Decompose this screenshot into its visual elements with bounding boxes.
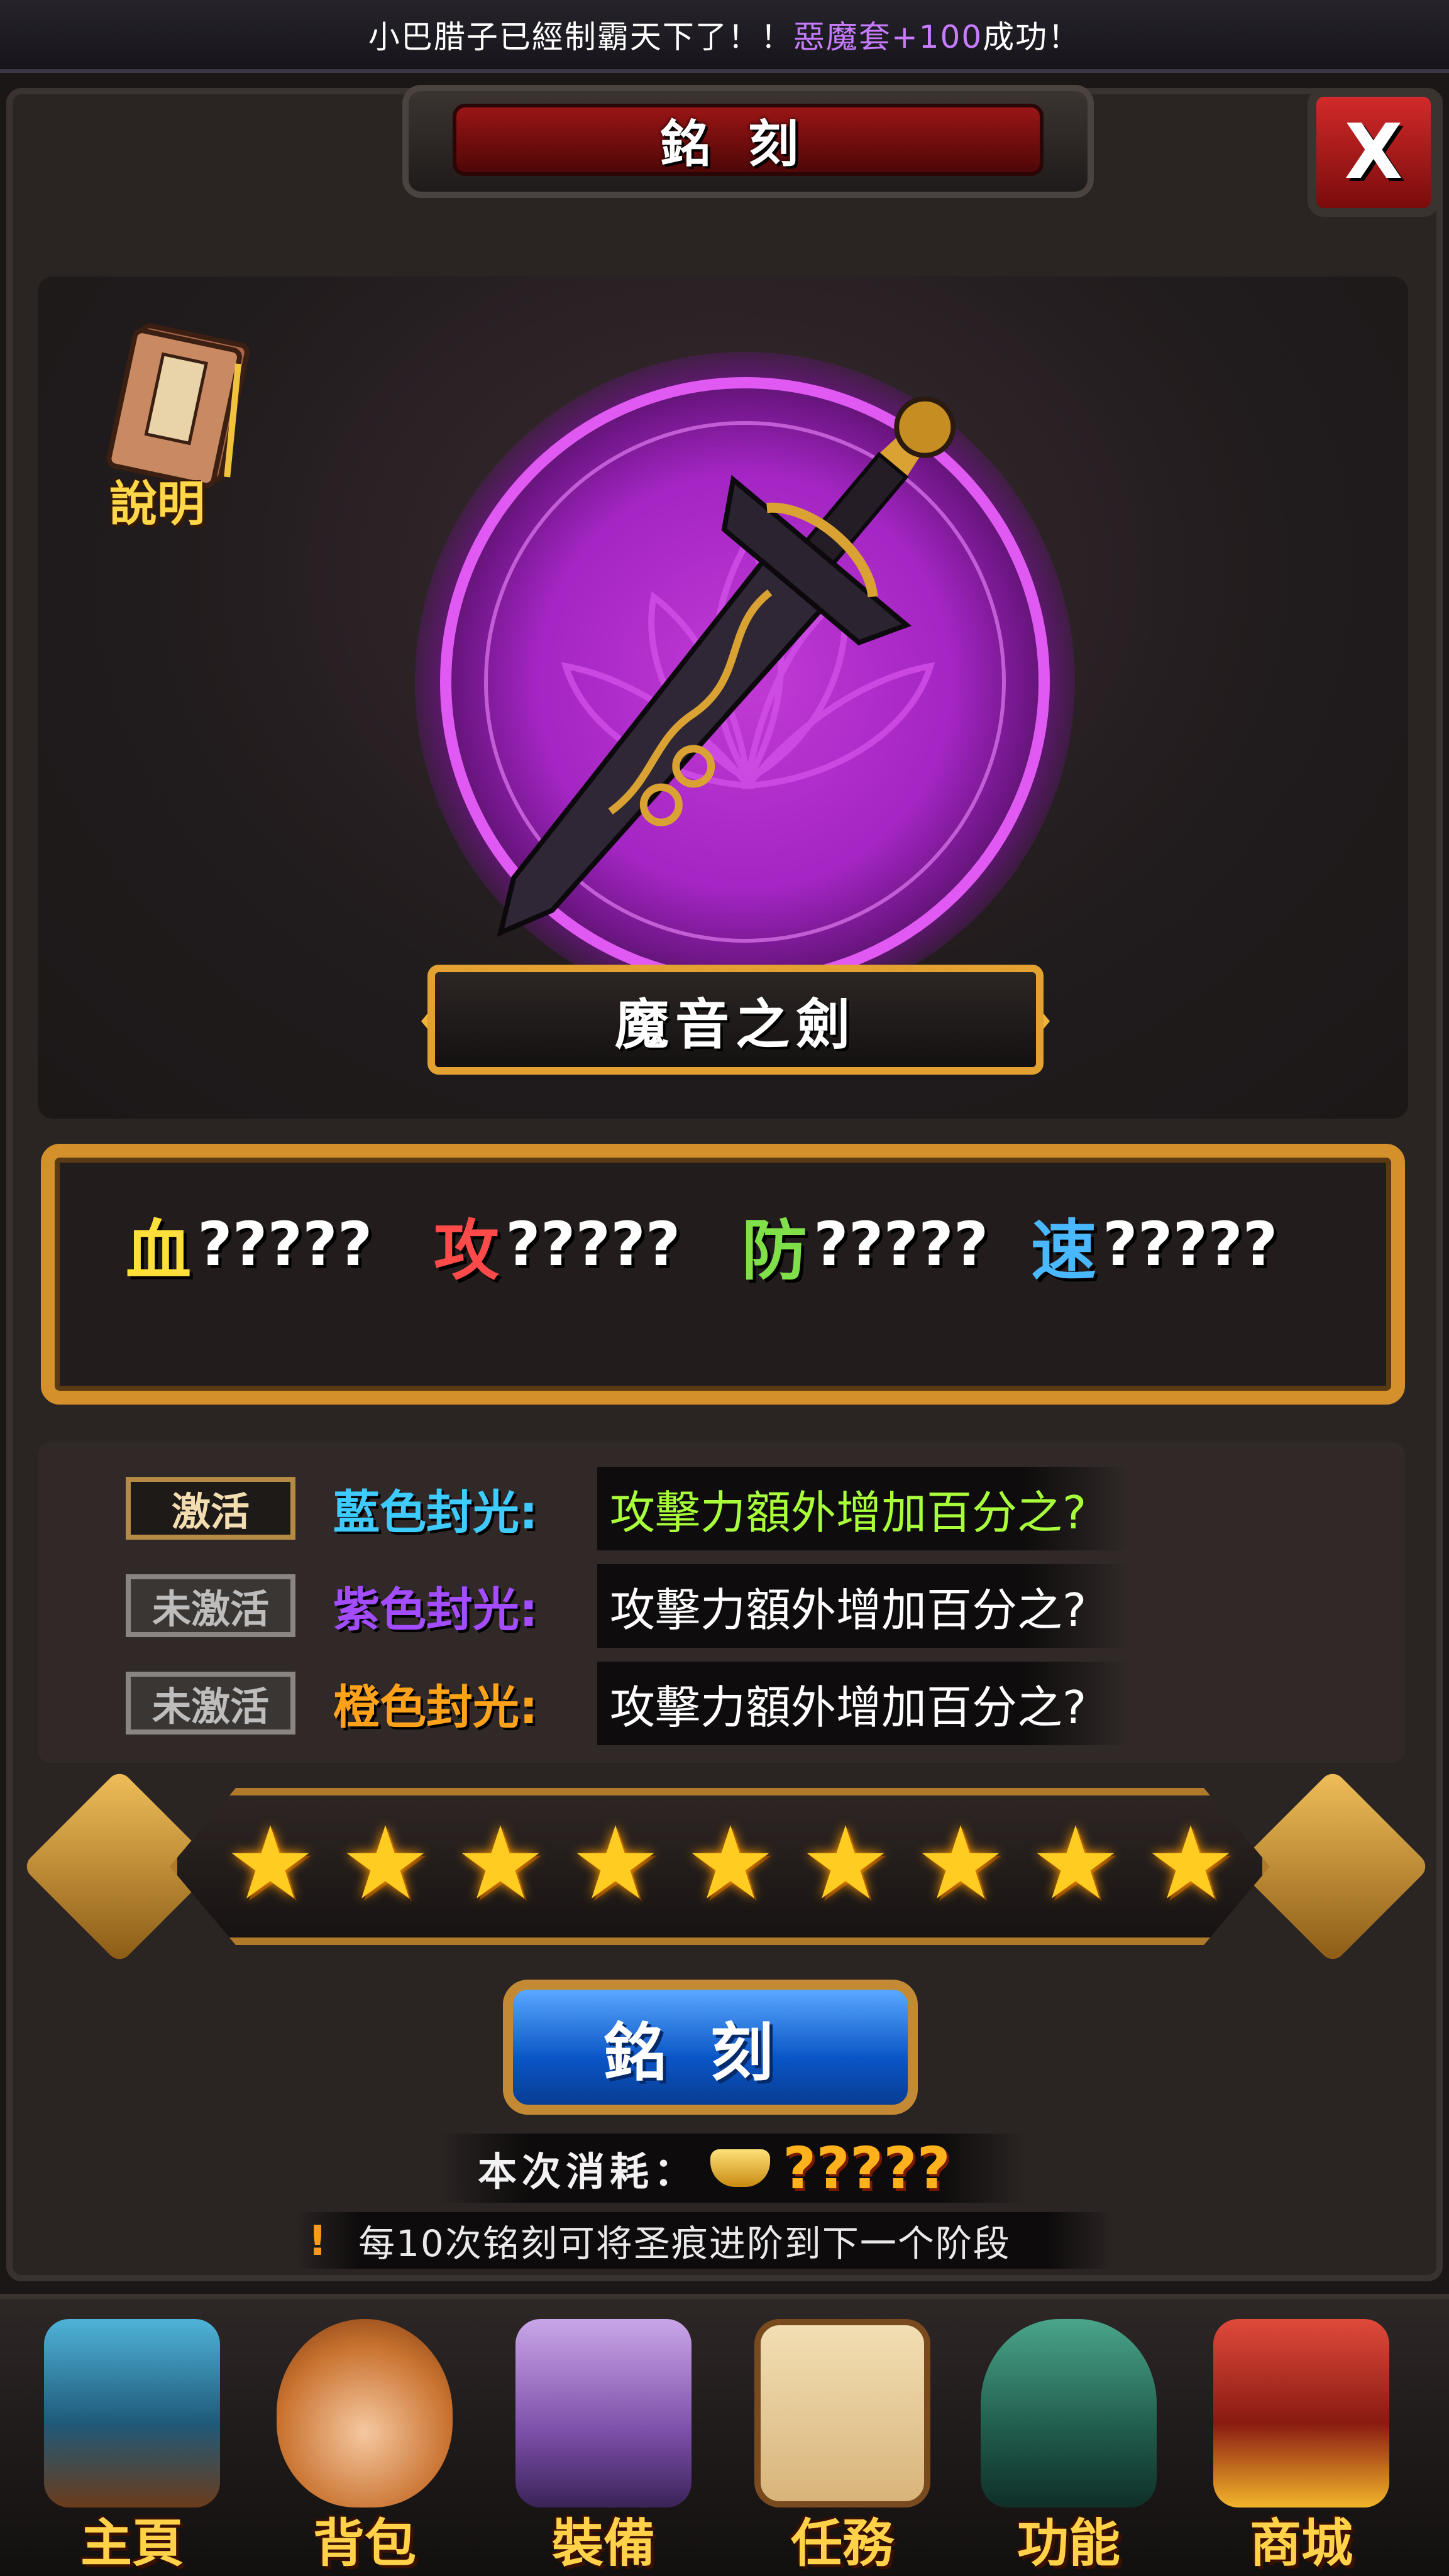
activation-row-orange: 未激活 橙色封光: 攻擊力額外增加百分之? <box>126 1659 1131 1747</box>
stat-speed-value: ????? <box>1103 1209 1278 1280</box>
nav-item-bag[interactable]: 背包 <box>258 2319 471 2573</box>
star-icon: ★ <box>685 1804 776 1922</box>
broadcast-highlight: 惡魔套+100 <box>793 19 983 55</box>
page-title: 銘刻 <box>453 104 1044 176</box>
bag-icon <box>277 2319 453 2507</box>
nav-label: 裝備 <box>551 2514 655 2573</box>
close-button[interactable]: X <box>1308 88 1440 217</box>
nav-item-home[interactable]: 主頁 <box>25 2319 239 2573</box>
tip-text: 每10次铭刻可将圣痕进阶到下一个阶段 <box>358 2222 1011 2265</box>
stat-hp-label: 血 <box>126 1212 192 1289</box>
activation-desc: 攻擊力額外增加百分之? <box>597 1661 1131 1745</box>
star-icon: ★ <box>1030 1804 1121 1922</box>
stat-defense-label: 防 <box>742 1212 808 1289</box>
cost-row: 本次消耗： ????? <box>440 2134 1025 2203</box>
star-icon: ★ <box>455 1804 546 1922</box>
stat-hp: 血 ????? <box>126 1203 373 1289</box>
activation-desc: 攻擊力額外增加百分之? <box>597 1466 1131 1550</box>
stat-attack-value: ????? <box>505 1209 681 1280</box>
star-icon: ★ <box>570 1804 661 1922</box>
engrave-button[interactable]: 銘刻 <box>503 1980 918 2115</box>
sword-icon <box>497 396 956 937</box>
activation-name: 橙色封光: <box>333 1680 538 1735</box>
broadcast-prefix: 小巴腊子已經制霸天下了！！ <box>368 19 793 55</box>
stat-attack-label: 攻 <box>434 1212 500 1289</box>
status-badge: 未激活 <box>126 1574 295 1637</box>
activation-desc: 攻擊力額外增加百分之? <box>597 1564 1131 1648</box>
star-icon: ★ <box>225 1804 316 1922</box>
nav-label: 主頁 <box>80 2514 184 2573</box>
gold-ingot-icon <box>710 2149 771 2187</box>
nav-item-functions[interactable]: 功能 <box>962 2319 1176 2573</box>
treasure-chest-icon <box>1213 2319 1389 2507</box>
stat-speed: 速 ????? <box>1031 1203 1278 1289</box>
scroll-icon <box>754 2319 930 2507</box>
broadcast-bar: 小巴腊子已經制霸天下了！！ 惡魔套+100 成功！ <box>0 0 1449 73</box>
activation-row-purple: 未激活 紫色封光: 攻擊力額外增加百分之? <box>126 1562 1131 1650</box>
help-label[interactable]: 說明 <box>82 465 233 532</box>
star-icon: ★ <box>800 1804 891 1922</box>
bell-icon <box>981 2319 1157 2507</box>
cost-value: ????? <box>783 2134 950 2202</box>
status-badge: 激活 <box>126 1477 295 1540</box>
weapon-name: 魔音之劍 <box>427 965 1044 1075</box>
broadcast-suffix: 成功！ <box>983 19 1081 55</box>
stat-defense: 防 ????? <box>742 1203 989 1289</box>
activation-name: 紫色封光: <box>333 1582 538 1637</box>
nav-label: 功能 <box>1017 2514 1120 2573</box>
activation-row-blue: 激活 藍色封光: 攻擊力額外增加百分之? <box>126 1464 1131 1552</box>
stat-speed-label: 速 <box>1031 1212 1097 1289</box>
nav-label: 背包 <box>312 2514 416 2573</box>
star-icon: ★ <box>340 1804 431 1922</box>
cost-label: 本次消耗： <box>478 2149 698 2195</box>
star-icon: ★ <box>915 1804 1006 1922</box>
stat-hp-value: ????? <box>197 1209 373 1280</box>
nav-item-equipment[interactable]: 裝備 <box>497 2319 710 2573</box>
star-icon: ★ <box>1145 1804 1236 1922</box>
stat-defense-value: ????? <box>813 1209 989 1280</box>
stat-attack: 攻 ????? <box>434 1203 681 1289</box>
nav-label: 任務 <box>790 2514 894 2573</box>
nav-label: 商城 <box>1249 2514 1353 2573</box>
status-badge: 未激活 <box>126 1672 295 1735</box>
pagoda-icon <box>44 2319 220 2507</box>
exclamation-icon: ! <box>308 2216 328 2265</box>
nav-item-shop[interactable]: 商城 <box>1194 2319 1408 2573</box>
nav-item-tasks[interactable]: 任務 <box>736 2319 949 2573</box>
activation-name: 藍色封光: <box>333 1485 538 1540</box>
tip-row: ! 每10次铭刻可将圣痕进阶到下一个阶段 <box>295 2212 1113 2269</box>
armor-icon <box>515 2319 691 2507</box>
